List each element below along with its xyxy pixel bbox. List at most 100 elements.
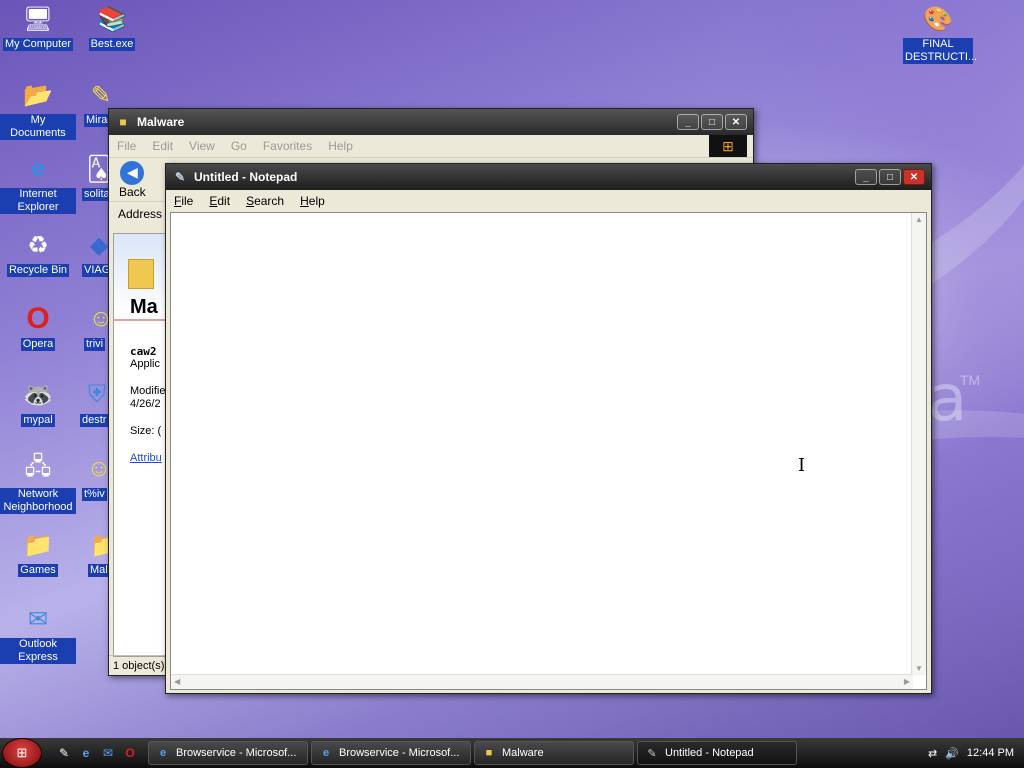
menu-help[interactable]: Help [292,194,333,208]
folder-icon: 📁 [23,531,53,559]
scroll-right-icon[interactable]: ▶ [904,677,910,686]
desktop-icon-final-destruction[interactable]: 🎨 FINAL DESTRUCTI... [900,2,978,64]
desktop-icon-my-computer[interactable]: 🖥 My Computer [0,2,76,51]
volume-icon[interactable]: 🔊 [945,747,959,760]
desktop-icon-trivi[interactable]: ☺ trivi [74,302,113,351]
computer-icon: 🖥 [22,5,54,33]
menu-edit[interactable]: Edit [144,139,181,153]
desktop-icon-internet-explorer[interactable]: e Internet Explorer [0,152,76,214]
desktop-icon-mypal[interactable]: 🦝 mypal [0,378,76,427]
desktop-icon-outlook-express[interactable]: ✉ Outlook Express [0,602,76,664]
menu-favorites[interactable]: Favorites [255,139,320,153]
desktop-icon-solita[interactable]: 🂡 solita [74,152,112,201]
status-text: 1 object(s) [113,659,165,672]
outlook-icon: ✉ [27,605,49,633]
outlook-icon[interactable]: ✉ [100,745,116,761]
windows-logo-icon: ⊞ [709,135,747,157]
desktop-icon-tiv[interactable]: ☺ t%iv [74,452,111,501]
folder-icon: 📂 [23,81,53,109]
network-icon[interactable]: ⇄ [928,747,937,760]
menu-file[interactable]: File [109,139,144,153]
ie-icon: e [159,747,167,759]
menu-view[interactable]: View [181,139,223,153]
desktop-icon-opera[interactable]: O Opera [0,302,76,351]
desktop-icon-recycle-bin[interactable]: ♻ Recycle Bin [0,228,76,277]
desktop-icon-viagr[interactable]: ◆ VIAGR [74,228,121,277]
ie-icon[interactable]: e [78,745,94,761]
folder-icon: ■ [119,115,127,129]
maximize-button[interactable]: □ [879,169,901,185]
menu-edit[interactable]: Edit [201,194,238,208]
close-button[interactable]: ✕ [725,114,747,130]
system-tray: ⇄ 🔊 12:44 PM [918,738,1024,768]
raccoon-icon: 🦝 [23,381,53,409]
desktop-icon-label: Outlook Express [0,638,76,664]
taskbar: ⊞ ✎ e ✉ O e Browservice - Microsof... e … [0,738,1024,768]
ie-icon: e [322,747,330,759]
task-label: Browservice - Microsof... [176,747,297,759]
desktop-icon-mal[interactable]: 📁 Mal [74,528,120,577]
desktop-icon-games[interactable]: 📁 Games [0,528,76,577]
address-label: Address [118,206,163,221]
desktop-icon-label: t%iv [82,488,107,501]
ie-icon: e [31,155,45,182]
back-label: Back [119,184,146,199]
menu-search[interactable]: Search [238,194,292,208]
opera-icon[interactable]: O [122,745,138,761]
window-title: Malware [137,115,185,129]
clock[interactable]: 12:44 PM [967,747,1014,759]
malware-titlebar[interactable]: ■ Malware _ □ ✕ [109,109,753,135]
back-button[interactable]: ◀ Back [119,160,146,199]
desktop-icon-label: destr [80,414,109,427]
taskbar-item-notepad[interactable]: ✎ Untitled - Notepad [637,741,797,765]
desktop-icon-label: Games [18,564,58,577]
desktop-icon-best-exe[interactable]: 📚 Best.exe [74,2,150,51]
desktop-icon-label: Internet Explorer [0,188,76,214]
desktop-icon-label: My Documents [0,114,76,140]
desktop-icon-label: trivi [84,338,106,351]
taskbar-item-browservice-2[interactable]: e Browservice - Microsof... [311,741,471,765]
taskbar-item-malware[interactable]: ■ Malware [474,741,634,765]
scroll-up-icon[interactable]: ▲ [915,215,923,224]
desktop-icon-mirac[interactable]: ✎ Mirac [74,78,115,127]
explorer-details-pane: Ma caw2 Applic Modifie 4/26/2 Size: ( At… [113,233,173,657]
desktop-icon-label: Opera [20,338,56,351]
back-arrow-icon: ◀ [120,160,145,185]
desktop-icon-my-documents[interactable]: 📂 My Documents [0,78,76,140]
text-editor-area[interactable]: ▲ ▼ ◀ ▶ [170,212,927,690]
notepad-titlebar[interactable]: ✎ Untitled - Notepad _ □ ✕ [166,164,931,190]
desktop-icon-destr[interactable]: ⛨ destr [74,378,110,427]
horizontal-scrollbar[interactable]: ◀ ▶ [171,674,913,689]
minimize-button[interactable]: _ [677,114,699,130]
menu-help[interactable]: Help [320,139,361,153]
paint-palette-icon: 🎨 [923,5,953,33]
minimize-button[interactable]: _ [855,169,877,185]
notepad-icon: ✎ [647,747,657,760]
vertical-scrollbar[interactable]: ▲ ▼ [911,213,926,675]
wallpaper-trademark: TM [960,372,981,388]
folder-icon: ■ [485,747,493,759]
text-cursor-icon: I [798,455,806,476]
maximize-button[interactable]: □ [701,114,723,130]
details-title: Ma [114,296,170,321]
opera-icon: O [26,302,50,335]
scroll-down-icon[interactable]: ▼ [915,664,923,673]
task-label: Malware [502,747,544,759]
taskbar-item-browservice-1[interactable]: e Browservice - Microsof... [148,741,308,765]
menu-go[interactable]: Go [223,139,255,153]
scroll-left-icon[interactable]: ◀ [174,677,180,686]
start-button[interactable]: ⊞ [2,738,42,768]
desktop-icon-label: mypal [21,414,55,427]
desktop-icon-label: FINAL DESTRUCTI... [903,38,978,64]
desktop-icon-label: Recycle Bin [6,264,70,277]
desktop-icon-network-neighborhood[interactable]: 🖧 Network Neighborhood [0,452,76,514]
notepad-window[interactable]: ✎ Untitled - Notepad _ □ ✕ File Edit Sea… [165,163,932,694]
recycle-bin-icon: ♻ [27,231,49,259]
desktop-icon-label: Network Neighborhood [0,488,76,514]
show-desktop-icon[interactable]: ✎ [56,745,72,761]
task-label: Browservice - Microsof... [339,747,460,759]
close-button[interactable]: ✕ [903,169,925,185]
menu-file[interactable]: File [166,194,201,208]
window-title: Untitled - Notepad [194,170,298,184]
network-icon: 🖧 [24,452,52,480]
